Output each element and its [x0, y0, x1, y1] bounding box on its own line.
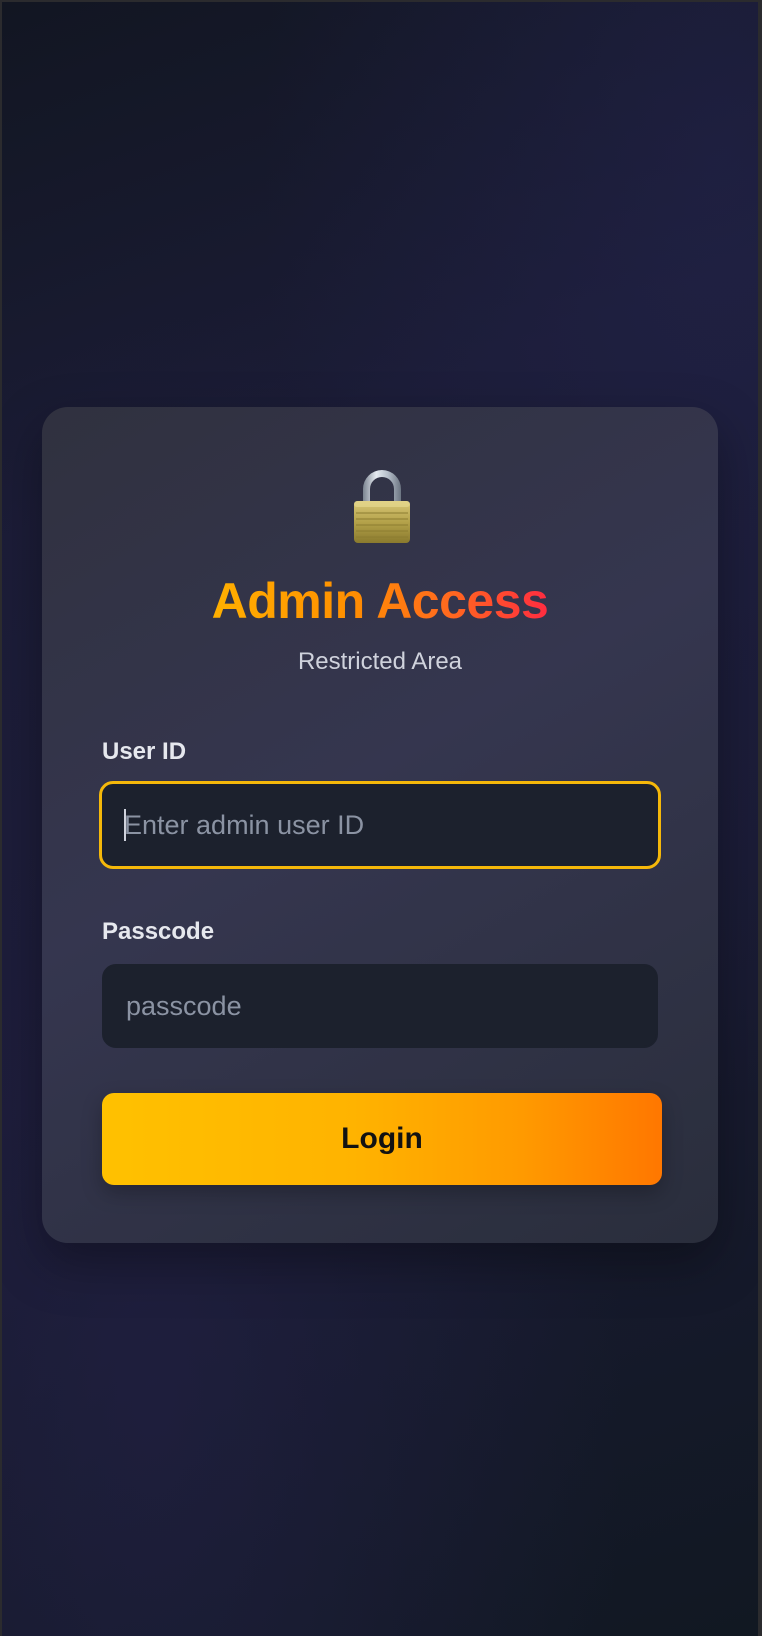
title-container: Admin Access [192, 573, 568, 629]
user-id-input[interactable] [99, 781, 661, 869]
page-title: Admin Access [211, 573, 549, 629]
app-viewport: Admin Access Restricted Area User ID Pas… [2, 2, 758, 1636]
user-id-label: User ID [102, 738, 187, 765]
page-subtitle: Restricted Area [297, 648, 463, 675]
text-cursor [124, 809, 126, 841]
passcode-label: Passcode [102, 918, 215, 945]
login-card: Admin Access Restricted Area User ID Pas… [42, 407, 718, 1243]
passcode-input[interactable] [102, 964, 658, 1048]
lock-icon [354, 470, 410, 543]
login-button[interactable]: Login [102, 1093, 662, 1185]
